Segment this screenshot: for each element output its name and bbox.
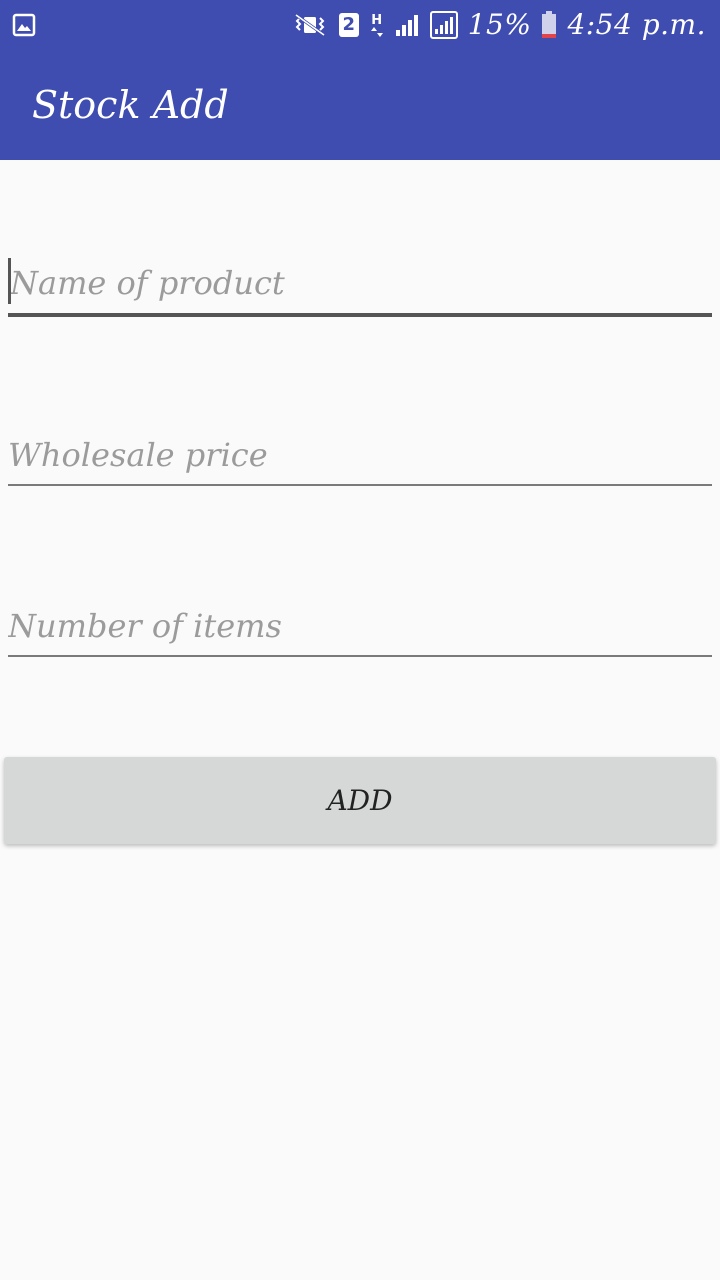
product-name-field[interactable]	[8, 256, 714, 317]
text-cursor	[8, 258, 11, 304]
vibrate-icon	[292, 12, 328, 38]
wholesale-price-field[interactable]	[8, 428, 712, 488]
wholesale-price-input[interactable]	[8, 428, 712, 482]
battery-percent: 15%	[467, 8, 532, 41]
item-count-input[interactable]	[8, 599, 712, 653]
status-icons: 2 H 15% 4:54 p.m.	[292, 8, 706, 42]
app-toolbar: Stock Add	[0, 50, 720, 160]
signal-sim2-icon	[429, 11, 458, 39]
wholesale-price-underline	[8, 484, 712, 486]
gallery-notification-icon	[12, 13, 36, 37]
item-count-field[interactable]	[8, 599, 712, 659]
battery-icon	[541, 11, 557, 39]
page-title: Stock Add	[32, 83, 229, 127]
product-name-underline	[8, 313, 712, 317]
status-time: 4:54 p.m.	[567, 8, 706, 41]
add-button[interactable]: ADD	[4, 757, 716, 844]
status-bar: 2 H 15% 4:54 p.m.	[0, 0, 720, 50]
item-count-underline	[8, 655, 712, 657]
hspa-data-icon: H	[370, 14, 384, 37]
product-name-input[interactable]	[8, 256, 714, 310]
signal-icon	[394, 12, 420, 38]
sim-2-icon: 2	[338, 12, 360, 38]
